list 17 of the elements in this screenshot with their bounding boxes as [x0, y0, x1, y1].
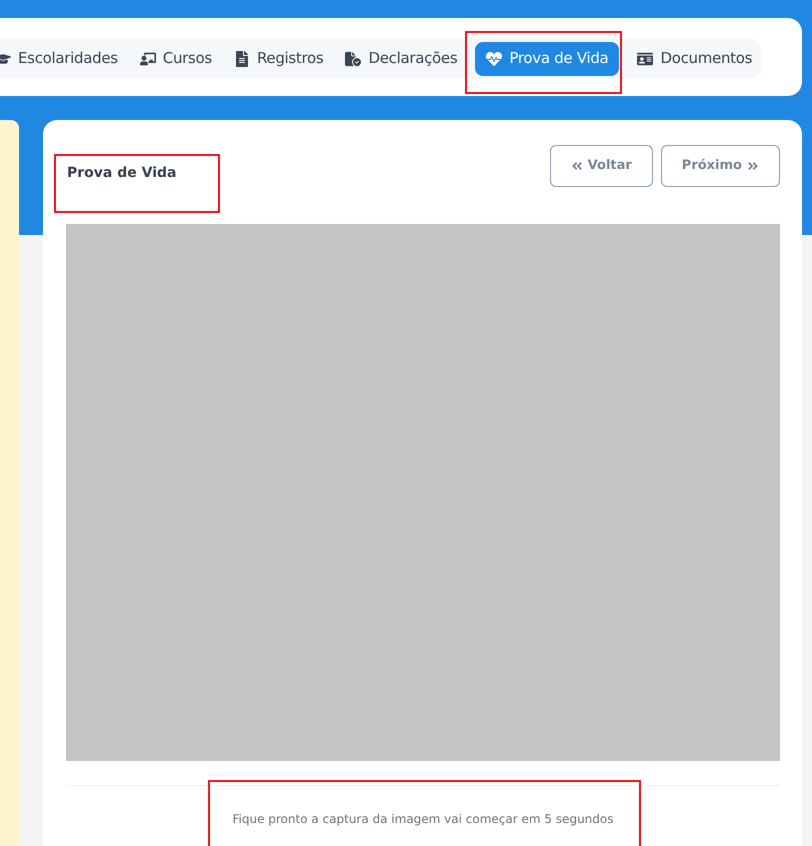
tab[interactable]: Prova de Vida [475, 42, 620, 76]
id-card-icon [637, 50, 654, 66]
document-icon [234, 50, 250, 66]
heartbeat-icon [486, 50, 502, 66]
tab[interactable]: Cursos [136, 42, 216, 76]
double-chevron-left-icon [570, 160, 583, 172]
tab[interactable]: Documentos [633, 42, 756, 76]
tab[interactable]: Declarações [341, 42, 462, 76]
teacher-board-icon [140, 50, 156, 66]
tab[interactable]: Registros [230, 42, 328, 76]
countdown-message: Fique pronto a captura da imagem vai começar em 5 segundos [232, 812, 614, 826]
back-button[interactable]: Voltar [550, 145, 653, 187]
next-button[interactable]: Próximo [660, 145, 780, 187]
section-title: Prova de Vida [67, 165, 176, 181]
file-check-icon [345, 50, 362, 66]
tab[interactable]: Escolaridades [0, 42, 122, 76]
double-chevron-right-icon [747, 160, 759, 172]
